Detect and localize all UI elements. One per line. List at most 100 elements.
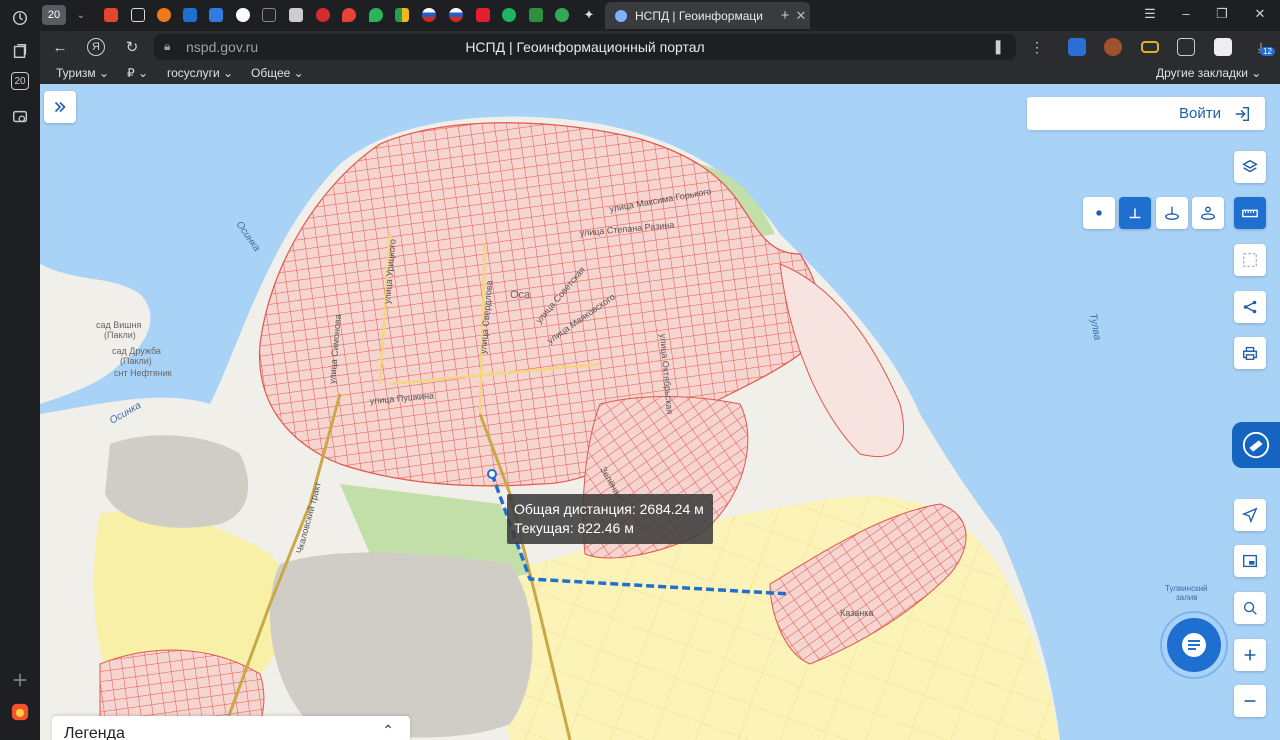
- bookmark-folder-tourism[interactable]: Туризм ⌄: [56, 66, 109, 80]
- geolocation-button[interactable]: [1234, 499, 1266, 531]
- point-icon: [1096, 210, 1102, 216]
- tab-favicon-google[interactable]: [232, 5, 254, 25]
- tab-favicon[interactable]: [205, 5, 227, 25]
- layers-button[interactable]: [1234, 151, 1266, 183]
- login-icon: [1235, 106, 1250, 122]
- bookmark-label: Туризм: [56, 66, 96, 80]
- tab-favicon-mail[interactable]: [179, 5, 201, 25]
- tab-title: НСПД | Геоинформаци: [635, 8, 763, 23]
- print-icon: [1243, 346, 1257, 360]
- address-toolbar: ← Я ↻ 🔒︎ nspd.gov.ru НСПД | Геоинформаци…: [40, 31, 1280, 63]
- add-panel-icon[interactable]: [8, 668, 32, 692]
- globe-icon: [615, 9, 627, 22]
- search-location-button[interactable]: [1234, 592, 1266, 624]
- bookmark-folder-general[interactable]: Общее ⌄: [251, 66, 304, 80]
- map-label-river-osinka: Осинка: [234, 219, 263, 254]
- print-button[interactable]: [1234, 337, 1266, 369]
- share-icon: [1243, 300, 1257, 314]
- yandex-icon[interactable]: Я: [87, 38, 105, 56]
- back-icon[interactable]: ←: [51, 38, 69, 56]
- extension-icon[interactable]: [1177, 38, 1195, 56]
- history-icon[interactable]: [8, 6, 32, 30]
- map-viewport[interactable]: Оса сад Вишня (Пакли) сад Дружба (Пакли)…: [40, 84, 1280, 740]
- legend-title: Легенда: [64, 725, 125, 740]
- ruler-button[interactable]: [1234, 197, 1266, 229]
- tab-favicon[interactable]: [391, 5, 413, 25]
- tab-favicon-flag[interactable]: [418, 5, 440, 25]
- menu-icon[interactable]: ☰: [1140, 6, 1160, 24]
- minus-icon: [1244, 700, 1256, 702]
- radius-icon: [1201, 206, 1215, 220]
- more-icon[interactable]: ⋮: [1028, 38, 1046, 56]
- tabs-count-button[interactable]: 20: [42, 5, 66, 25]
- tab-favicon[interactable]: [258, 5, 280, 25]
- tab-favicon[interactable]: [498, 5, 520, 25]
- tab-favicon[interactable]: [312, 5, 334, 25]
- collections-icon[interactable]: [8, 39, 32, 63]
- bookmark-label: Другие закладки: [1156, 66, 1248, 80]
- bookmark-folder-rub[interactable]: ₽ ⌄: [127, 66, 148, 80]
- measure-current: Текущая: 822.46 м: [514, 520, 634, 536]
- login-panel[interactable]: Войти: [1027, 97, 1265, 130]
- point-measure-button[interactable]: [1083, 197, 1115, 229]
- area-select-button[interactable]: [1234, 244, 1266, 276]
- reload-icon[interactable]: ↻: [123, 38, 141, 56]
- tab-favicon-document[interactable]: [127, 5, 149, 25]
- sparkle-icon[interactable]: ✦: [578, 5, 600, 25]
- download-badge: 12: [1260, 47, 1275, 56]
- tab-favicon[interactable]: [100, 5, 122, 25]
- new-tab-button[interactable]: +: [774, 5, 796, 25]
- bookmark-icon[interactable]: ❚: [992, 38, 1004, 55]
- layers-icon: [1242, 159, 1258, 173]
- area-measure-button[interactable]: [1156, 197, 1188, 229]
- battery-icon[interactable]: [1141, 41, 1159, 53]
- ruler-line-icon: [1129, 208, 1141, 219]
- map-label-snt-neftyanik: снт Нефтяник: [114, 368, 172, 378]
- tab-favicon[interactable]: [472, 5, 494, 25]
- tabs-count-label: 20: [14, 75, 26, 87]
- tab-favicon-map[interactable]: [365, 5, 387, 25]
- legend-panel[interactable]: Легенда ⌃: [52, 716, 410, 740]
- tabs-count-icon[interactable]: 20: [11, 72, 29, 90]
- chat-button[interactable]: [1167, 618, 1221, 672]
- extension-icon[interactable]: [1104, 38, 1122, 56]
- restore-icon[interactable]: ❐: [1212, 6, 1232, 24]
- chevron-down-icon[interactable]: ⌄: [70, 5, 92, 25]
- minimize-icon[interactable]: –: [1176, 6, 1196, 24]
- tab-favicon[interactable]: [153, 5, 175, 25]
- map-label-garden-druzhba: сад Дружба: [112, 346, 161, 356]
- expand-chevron-icon[interactable]: ⌃: [382, 722, 394, 739]
- expand-panel-button[interactable]: [44, 91, 76, 123]
- chat-icon: [1182, 633, 1206, 657]
- map-label-garden-vishnya: сад Вишня: [96, 320, 141, 330]
- extension-icon[interactable]: [1068, 38, 1086, 56]
- tab-favicon[interactable]: [551, 5, 573, 25]
- tab-favicon[interactable]: [525, 5, 547, 25]
- line-measure-button[interactable]: [1119, 197, 1151, 229]
- circle-measure-button[interactable]: [1192, 197, 1224, 229]
- tab-favicon-flag[interactable]: [445, 5, 467, 25]
- address-bar[interactable]: 🔒︎ nspd.gov.ru НСПД | Геоинформационный …: [154, 34, 1016, 60]
- zoom-out-button[interactable]: [1234, 685, 1266, 717]
- tab-favicon-map[interactable]: [338, 5, 360, 25]
- map-canvas[interactable]: Оса сад Вишня (Пакли) сад Дружба (Пакли)…: [40, 84, 1280, 740]
- minimap-button[interactable]: [1234, 545, 1266, 577]
- map-label-bay: Тулвинский: [1165, 584, 1208, 593]
- tab-favicon[interactable]: [285, 5, 307, 25]
- bookmark-other[interactable]: Другие закладки ⌄: [1156, 66, 1261, 80]
- share-button[interactable]: [1234, 291, 1266, 323]
- zoom-in-button[interactable]: [1234, 639, 1266, 671]
- document-icon[interactable]: [1214, 38, 1232, 56]
- alice-icon[interactable]: [8, 700, 32, 724]
- gosuslugi-feedback-button[interactable]: [1232, 422, 1280, 468]
- window-close-icon[interactable]: ✕: [1250, 6, 1270, 24]
- screenshot-icon[interactable]: [8, 105, 32, 129]
- double-chevron-right-icon: [54, 101, 66, 113]
- bookmark-label: ₽: [127, 66, 135, 80]
- feedback-icon: [1242, 431, 1270, 459]
- bookmarks-bar: Туризм ⌄ ₽ ⌄ госуслуги ⌄ Общее ⌄ Другие …: [40, 63, 1280, 84]
- bookmark-folder-gosuslugi[interactable]: госуслуги ⌄: [167, 66, 233, 80]
- map-label-garden-druzhba-2: (Пакли): [120, 356, 152, 366]
- industrial-zone: [105, 435, 249, 528]
- map-label-garden-vishnya-2: (Пакли): [104, 330, 136, 340]
